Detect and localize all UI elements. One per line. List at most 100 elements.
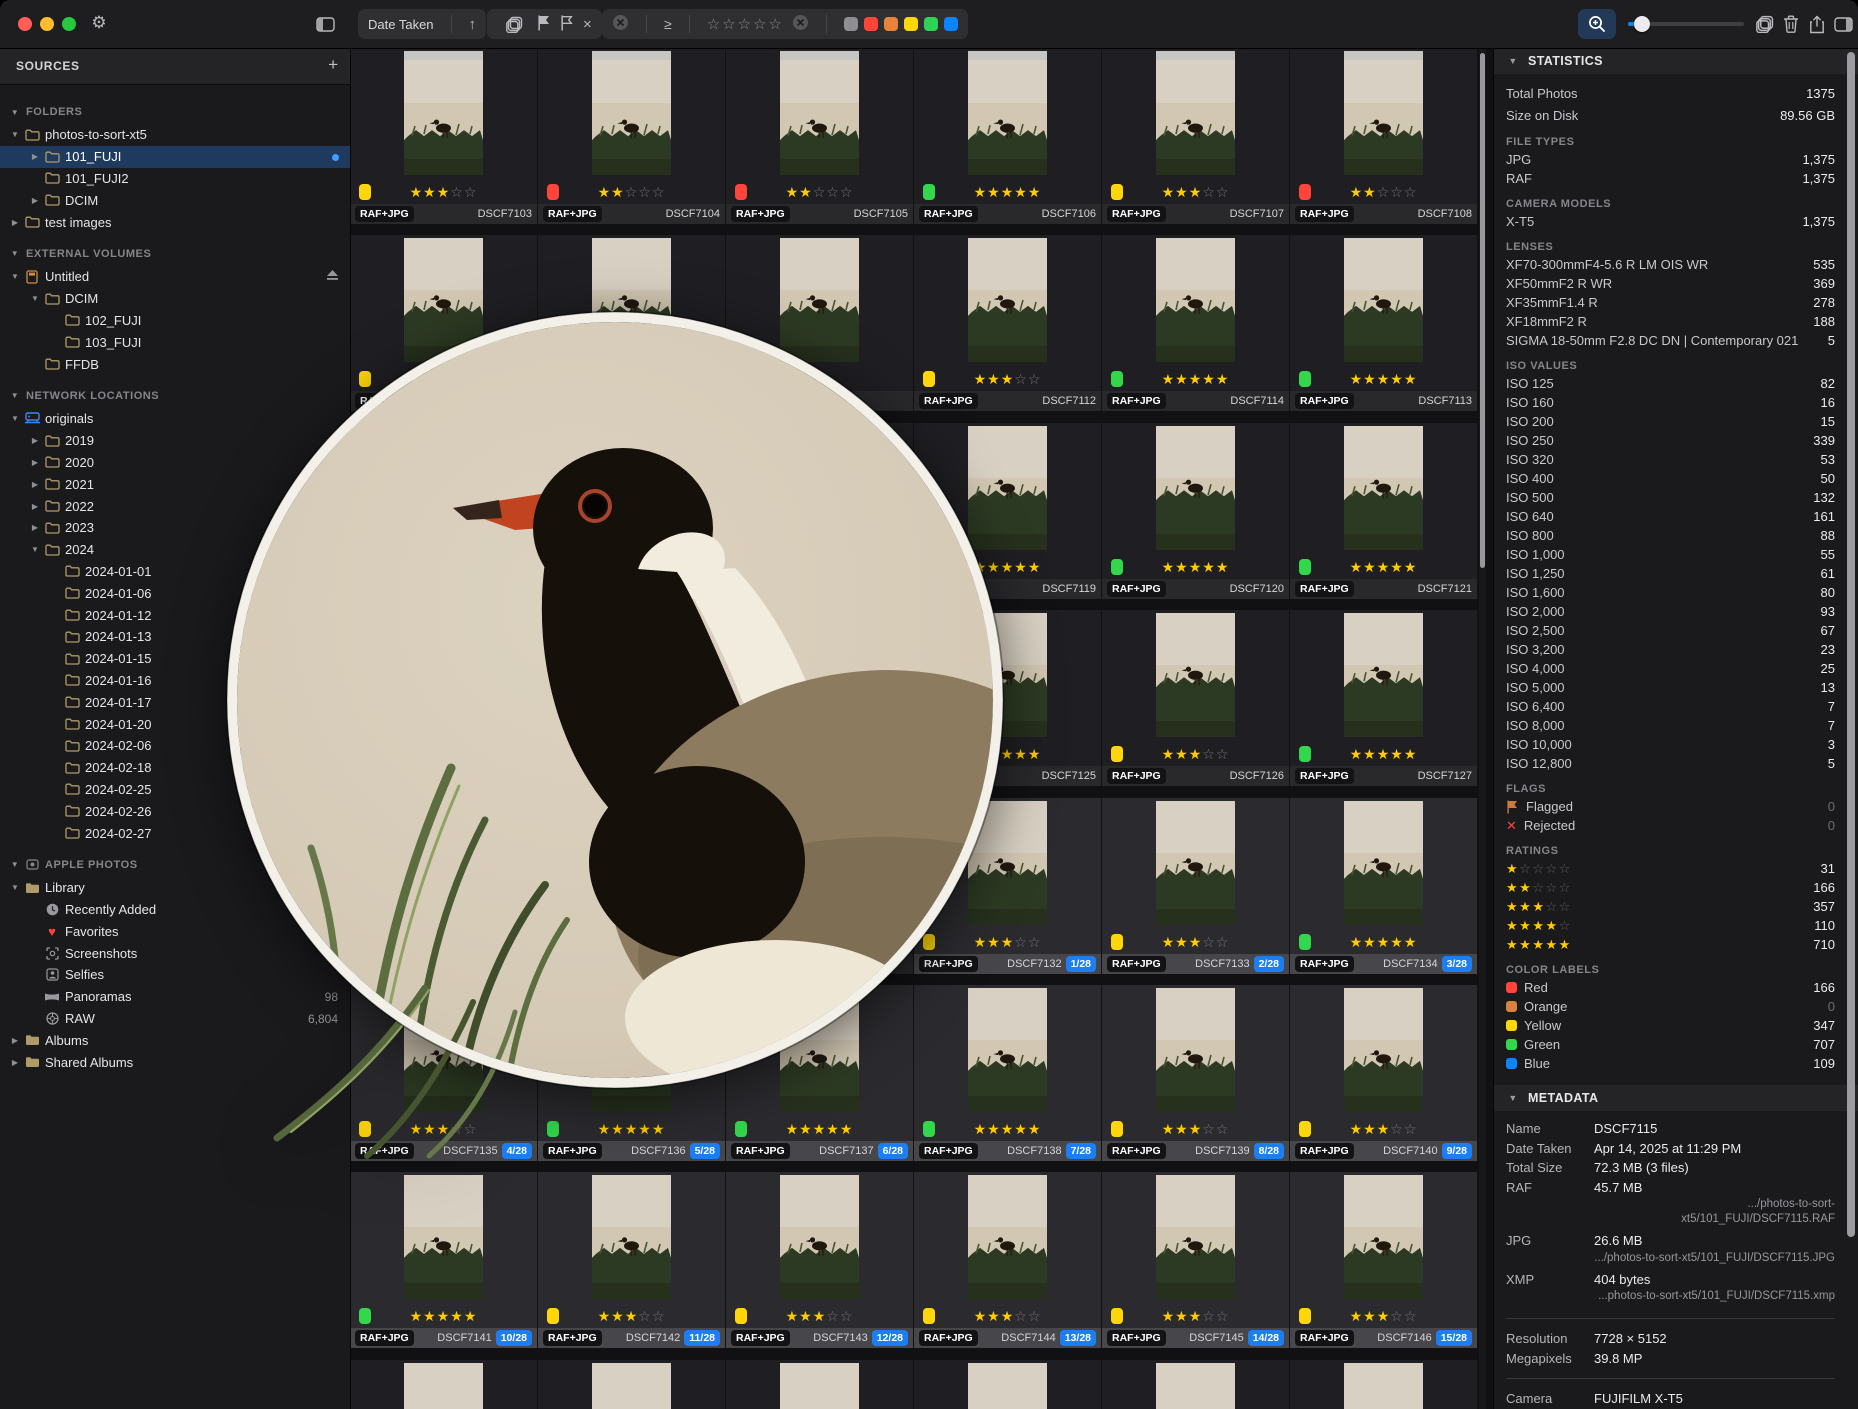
- color-label-chip[interactable]: [735, 1308, 747, 1324]
- photo-thumbnail[interactable]: [1102, 423, 1289, 555]
- color-label-chip[interactable]: [547, 184, 559, 200]
- color-label-chip[interactable]: [1111, 371, 1123, 387]
- slider-knob[interactable]: [1634, 16, 1650, 32]
- photo-thumbnail[interactable]: [538, 610, 725, 742]
- photo-cell-dscf7132[interactable]: ★★★☆☆RAF+JPGDSCF71321/28: [914, 798, 1101, 971]
- photo-cell-dscf7135[interactable]: ★★★☆☆RAF+JPGDSCF71354/28: [350, 985, 537, 1158]
- chevron-right-icon[interactable]: ▶: [28, 196, 42, 205]
- chevron-right-icon[interactable]: ▶: [28, 458, 42, 467]
- photo-cell[interactable]: [914, 1360, 1101, 1409]
- grid-scrollbar[interactable]: [1479, 48, 1486, 1409]
- photo-cell[interactable]: [726, 1360, 913, 1409]
- traffic-minimize-button[interactable]: [40, 17, 54, 31]
- photo-cell[interactable]: [350, 423, 537, 596]
- photo-thumbnail[interactable]: [538, 985, 725, 1117]
- photo-cell[interactable]: [1290, 1360, 1477, 1409]
- photo-thumbnail[interactable]: [1102, 985, 1289, 1117]
- sidebar-item-raw[interactable]: RAW6,804: [0, 1008, 350, 1030]
- color-label-chip[interactable]: [923, 371, 935, 387]
- photo-thumbnail[interactable]: [1102, 798, 1289, 930]
- color-label-chip[interactable]: [735, 184, 747, 200]
- photo-thumbnail[interactable]: [914, 1360, 1101, 1409]
- photo-cell-dscf7138[interactable]: ★★★★★RAF+JPGDSCF71387/28: [914, 985, 1101, 1158]
- eject-icon[interactable]: [326, 269, 339, 284]
- photo-cell[interactable]: [726, 423, 913, 596]
- color-label-chip[interactable]: [923, 1308, 935, 1324]
- star-filter-stars[interactable]: ☆☆☆☆☆: [707, 15, 784, 33]
- color-label-chip[interactable]: [1111, 184, 1123, 200]
- chevron-right-icon[interactable]: ▶: [28, 502, 42, 511]
- clear-color-filter-icon[interactable]: [792, 14, 809, 34]
- photo-thumbnail[interactable]: [1102, 235, 1289, 367]
- photo-thumbnail[interactable]: [914, 48, 1101, 180]
- toggle-left-sidebar-button[interactable]: [312, 12, 338, 36]
- sidebar-item-2024-01-20[interactable]: 2024-01-20: [0, 713, 350, 735]
- sidebar-item-untitled[interactable]: ▼Untitled: [0, 266, 350, 288]
- flag-unpick-icon[interactable]: [560, 15, 574, 34]
- photo-thumbnail[interactable]: [914, 1172, 1101, 1304]
- photo-cell-dscf7139[interactable]: ★★★☆☆RAF+JPGDSCF71398/28: [1102, 985, 1289, 1158]
- color-label-chip[interactable]: [923, 184, 935, 200]
- photo-thumbnail[interactable]: [1290, 235, 1477, 367]
- photo-thumbnail[interactable]: [1290, 48, 1477, 180]
- toggle-right-panel-button[interactable]: [1830, 12, 1856, 36]
- photo-cell-dscf7114[interactable]: ★★★★★RAF+JPGDSCF7114: [1102, 235, 1289, 408]
- color-label-chip[interactable]: [923, 1121, 935, 1137]
- color-label-chip[interactable]: [1299, 746, 1311, 762]
- photo-thumbnail[interactable]: [726, 798, 913, 930]
- sort-menu-button[interactable]: Date Taken ↑: [358, 9, 486, 39]
- sidebar-item-ffdb[interactable]: FFDB: [0, 353, 350, 375]
- photo-cell[interactable]: [538, 423, 725, 596]
- sidebar-item-2023[interactable]: ▶2023: [0, 517, 350, 539]
- photo-thumbnail[interactable]: [726, 423, 913, 555]
- sidebar-item-dcim[interactable]: ▼DCIM: [0, 288, 350, 310]
- photo-cell[interactable]: [538, 235, 725, 408]
- chevron-down-icon[interactable]: ▼: [8, 414, 22, 423]
- photo-cell-dscf7104[interactable]: ★★☆☆☆RAF+JPGDSCF7104: [538, 48, 725, 221]
- color-label-chip[interactable]: [359, 1308, 371, 1324]
- gte-operator[interactable]: ≥: [664, 16, 672, 32]
- photo-cell[interactable]: [538, 610, 725, 783]
- photo-thumbnail[interactable]: [538, 1172, 725, 1304]
- thumbnail-size-slider[interactable]: [1628, 22, 1744, 26]
- photo-cell[interactable]: [350, 798, 537, 971]
- chevron-right-icon[interactable]: ▶: [8, 1058, 22, 1067]
- color-label-chip[interactable]: [1299, 371, 1311, 387]
- flag-reject-icon[interactable]: ×: [583, 16, 592, 33]
- sidebar-item-albums[interactable]: ▶Albums: [0, 1029, 350, 1051]
- sidebar-item-screenshots[interactable]: Screenshots: [0, 942, 350, 964]
- sidebar-item-2024-01-15[interactable]: 2024-01-15: [0, 648, 350, 670]
- photo-thumbnail[interactable]: [1102, 48, 1289, 180]
- photo-cell-dscf7112[interactable]: ★★★☆☆RAF+JPGDSCF7112: [914, 235, 1101, 408]
- photo-cell-dscf7146[interactable]: ★★★☆☆RAF+JPGDSCF714615/28: [1290, 1172, 1477, 1345]
- photo-cell[interactable]: [350, 1360, 537, 1409]
- photo-cell-dscf7144[interactable]: ★★★☆☆RAF+JPGDSCF714413/28: [914, 1172, 1101, 1345]
- photo-thumbnail[interactable]: [1290, 798, 1477, 930]
- sidebar-item-101-fuji[interactable]: ▶101_FUJI: [0, 146, 350, 168]
- photo-cell-dscf7103[interactable]: ★★★☆☆RAF+JPGDSCF7103: [350, 48, 537, 221]
- photo-cell-dscf7141[interactable]: ★★★★★RAF+JPGDSCF714110/28: [350, 1172, 537, 1345]
- chevron-right-icon[interactable]: ▶: [28, 152, 42, 161]
- add-source-button[interactable]: +: [328, 55, 338, 75]
- photo-cell-dscf7142[interactable]: ★★★☆☆RAF+JPGDSCF714211/28: [538, 1172, 725, 1345]
- photo-thumbnail[interactable]: [350, 798, 537, 930]
- color-label-chip[interactable]: [923, 559, 935, 575]
- photo-thumbnail[interactable]: [538, 423, 725, 555]
- clear-star-filter-icon[interactable]: [612, 14, 629, 34]
- photo-cell-dscf7127[interactable]: ★★★★★RAF+JPGDSCF7127: [1290, 610, 1477, 783]
- photo-thumbnail[interactable]: [1290, 985, 1477, 1117]
- photo-thumbnail[interactable]: [914, 235, 1101, 367]
- traffic-close-button[interactable]: [18, 17, 32, 31]
- chevron-right-icon[interactable]: ▶: [8, 218, 22, 227]
- photo-cell[interactable]: ★★★☆☆RAF+JPG: [350, 235, 537, 408]
- section-header-folders[interactable]: ▼FOLDERS: [0, 100, 350, 124]
- sidebar-item-2024-01-13[interactable]: 2024-01-13: [0, 626, 350, 648]
- sidebar-item-2024-01-06[interactable]: 2024-01-06: [0, 582, 350, 604]
- color-label-chip[interactable]: [359, 371, 371, 387]
- sidebar-item-originals[interactable]: ▼originals: [0, 408, 350, 430]
- chevron-right-icon[interactable]: ▶: [28, 436, 42, 445]
- photo-thumbnail[interactable]: [350, 48, 537, 180]
- photo-thumbnail[interactable]: [538, 798, 725, 930]
- photo-thumbnail[interactable]: [726, 1172, 913, 1304]
- sidebar-item-2021[interactable]: ▶2021: [0, 473, 350, 495]
